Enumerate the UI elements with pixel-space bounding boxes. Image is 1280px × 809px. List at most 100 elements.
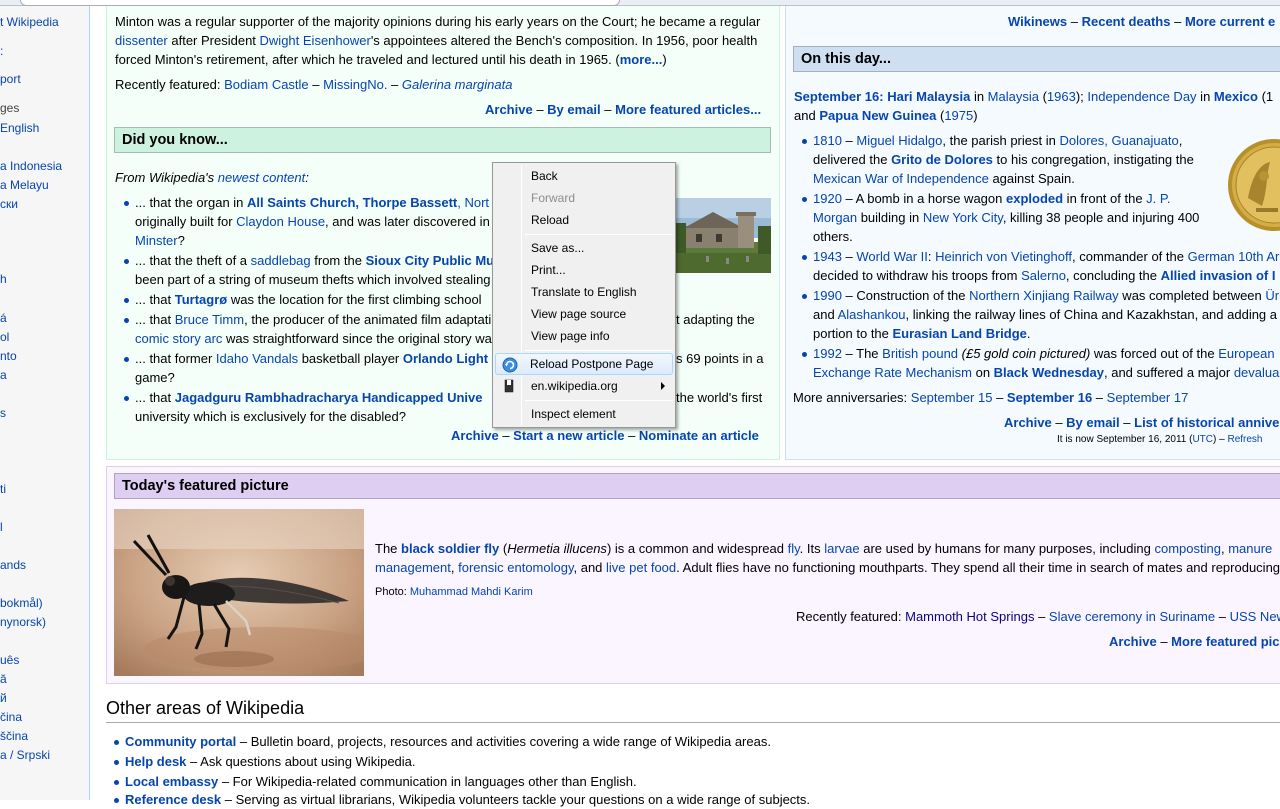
link-1920[interactable]: 1920 bbox=[813, 191, 842, 206]
sidebar-item[interactable]: ščina bbox=[0, 729, 28, 743]
link-world-war-ii[interactable]: World War II bbox=[856, 249, 928, 264]
link-forensic-entomology[interactable]: forensic entomology bbox=[458, 560, 573, 575]
link-independence-day[interactable]: Independence Day bbox=[1087, 89, 1196, 104]
link-live-pet-food[interactable]: live pet food bbox=[606, 560, 676, 575]
link-exploded[interactable]: exploded bbox=[1006, 191, 1063, 206]
church-photo[interactable] bbox=[676, 198, 771, 273]
link-mexican-war-of-independence[interactable]: Mexican War of Independence bbox=[813, 171, 989, 186]
link-community-portal[interactable]: Community portal bbox=[125, 734, 236, 749]
link-hari-malaysia[interactable]: Hari Malaysia bbox=[887, 89, 970, 104]
link-allied-invasion-of-italy[interactable]: Allied invasion of I bbox=[1161, 268, 1276, 283]
link-heinrich-von-vietinghoff[interactable]: Heinrich von Vietinghoff bbox=[935, 249, 1072, 264]
link-september-17[interactable]: September 17 bbox=[1107, 390, 1189, 405]
link-september-15[interactable]: September 15 bbox=[911, 390, 993, 405]
menu-item-view-source[interactable]: View page source bbox=[495, 303, 673, 325]
link-wikinews[interactable]: Wikinews bbox=[1008, 14, 1067, 29]
link-malaysia[interactable]: Malaysia bbox=[988, 89, 1039, 104]
link-list-historical-anniversaries[interactable]: List of historical annive bbox=[1134, 415, 1279, 430]
link-management[interactable]: management bbox=[375, 560, 451, 575]
link-refresh[interactable]: Refresh bbox=[1227, 434, 1262, 445]
sidebar-item[interactable]: ands bbox=[0, 558, 26, 572]
link-bodiam-castle[interactable]: Bodiam Castle bbox=[224, 77, 309, 92]
sidebar-item[interactable]: a bbox=[0, 368, 7, 382]
link-september-16[interactable]: September 16 bbox=[794, 89, 879, 104]
link-help-desk[interactable]: Help desk bbox=[125, 754, 186, 769]
link-composting[interactable]: composting bbox=[1154, 541, 1220, 556]
menu-item-view-info[interactable]: View page info bbox=[495, 325, 673, 347]
link-tfa-archive[interactable]: Archive bbox=[485, 102, 533, 117]
link-photographer[interactable]: Muhammad Mahdi Karim bbox=[410, 586, 533, 598]
link-1943[interactable]: 1943 bbox=[813, 249, 842, 264]
sidebar-item[interactable]: čina bbox=[0, 710, 22, 724]
sidebar-item[interactable]: s bbox=[0, 406, 6, 420]
sidebar-item[interactable]: l bbox=[0, 520, 3, 534]
link-otd-archive[interactable]: Archive bbox=[1004, 415, 1052, 430]
link-all-saints-church[interactable]: All Saints Church, Thorpe Bassett bbox=[247, 195, 457, 210]
link-black-wednesday[interactable]: Black Wednesday bbox=[994, 365, 1104, 380]
link-devaluation[interactable]: devalua bbox=[1234, 365, 1280, 380]
sidebar-item[interactable]: nynorsk) bbox=[0, 615, 46, 629]
link-mammoth-hot-springs[interactable]: Mammoth Hot Springs bbox=[905, 609, 1034, 624]
link-more[interactable]: more... bbox=[620, 52, 663, 67]
link-minster[interactable]: Minster bbox=[135, 233, 178, 248]
link-orlando-lightfoot[interactable]: Orlando Light bbox=[403, 351, 488, 366]
link-idaho-vandals[interactable]: Idaho Vandals bbox=[216, 351, 298, 366]
link-morgan[interactable]: Morgan bbox=[813, 210, 857, 225]
link-miguel-hidalgo[interactable]: Miguel Hidalgo bbox=[856, 133, 942, 148]
menu-item-reload[interactable]: Reload bbox=[495, 209, 673, 231]
link-utc[interactable]: UTC bbox=[1192, 434, 1213, 445]
link-jagadguru-university[interactable]: Jagadguru Rambhadracharya Handicapped Un… bbox=[175, 390, 483, 405]
link-dolores-guanajuato[interactable]: Dolores, Guanajuato bbox=[1059, 133, 1178, 148]
link-bruce-timm[interactable]: Bruce Timm bbox=[175, 312, 244, 327]
link-tfa-by-email[interactable]: By email bbox=[547, 102, 600, 117]
link-nominate-article[interactable]: Nominate an article bbox=[639, 428, 759, 443]
sidebar-item[interactable]: h bbox=[0, 272, 7, 286]
sidebar-item[interactable]: á bbox=[0, 311, 7, 325]
link-start-new-article[interactable]: Start a new article bbox=[513, 428, 624, 443]
link-otd-by-email[interactable]: By email bbox=[1066, 415, 1119, 430]
link-more-featured-pictures[interactable]: More featured pic bbox=[1171, 634, 1279, 649]
sidebar-item[interactable]: ti bbox=[0, 482, 6, 496]
menu-item-print[interactable]: Print... bbox=[495, 259, 673, 281]
link-local-embassy[interactable]: Local embassy bbox=[125, 774, 218, 789]
sidebar-item[interactable]: uês bbox=[0, 653, 19, 667]
sidebar-item[interactable]: : bbox=[0, 44, 3, 58]
link-grito-de-dolores[interactable]: Grito de Dolores bbox=[891, 152, 993, 167]
black-soldier-fly-photo[interactable] bbox=[114, 509, 364, 676]
sidebar-item[interactable]: port bbox=[0, 72, 21, 86]
link-recent-deaths[interactable]: Recent deaths bbox=[1082, 14, 1171, 29]
link-sioux-city-museum[interactable]: Sioux City Public Mu bbox=[366, 253, 495, 268]
link-more-september-16[interactable]: September 16 bbox=[1007, 390, 1092, 405]
link-newest-content[interactable]: newest content bbox=[218, 170, 305, 185]
link-1975[interactable]: 1975 bbox=[944, 108, 973, 123]
link-1963[interactable]: 1963 bbox=[1047, 89, 1076, 104]
menu-item-inspect-element[interactable]: Inspect element bbox=[495, 403, 673, 425]
sidebar-item[interactable]: й bbox=[0, 691, 7, 705]
link-dissenter[interactable]: dissenter bbox=[115, 33, 168, 48]
link-jp[interactable]: J. P. bbox=[1146, 191, 1170, 206]
link-galerina-marginata[interactable]: Galerina marginata bbox=[402, 77, 513, 92]
gold-coin-photo[interactable] bbox=[1226, 136, 1280, 234]
link-slave-ceremony[interactable]: Slave ceremony in Suriname bbox=[1049, 609, 1215, 624]
link-northern-xinjiang-railway[interactable]: Northern Xinjiang Railway bbox=[969, 288, 1119, 303]
link-saddlebag[interactable]: saddlebag bbox=[251, 253, 311, 268]
link-comic-story-arc[interactable]: comic story arc bbox=[135, 331, 222, 346]
menu-item-forward[interactable]: Forward bbox=[495, 187, 673, 209]
link-more-current-events[interactable]: More current e bbox=[1185, 14, 1275, 29]
sidebar-item[interactable]: ски bbox=[0, 197, 18, 211]
menu-item-translate[interactable]: Translate to English bbox=[495, 281, 673, 303]
link-manure[interactable]: manure bbox=[1228, 541, 1272, 556]
link-north[interactable]: , Nort bbox=[457, 195, 489, 210]
link-mexico[interactable]: Mexico bbox=[1214, 89, 1258, 104]
link-eurasian-land-bridge[interactable]: Eurasian Land Bridge bbox=[893, 326, 1027, 341]
link-british-pound[interactable]: British pound bbox=[882, 346, 958, 361]
link-dyk-archive[interactable]: Archive bbox=[451, 428, 499, 443]
link-alashankou[interactable]: Alashankou bbox=[838, 307, 906, 322]
sidebar-item[interactable]: a Melayu bbox=[0, 178, 49, 192]
sidebar-item[interactable]: ol bbox=[0, 330, 9, 344]
sidebar-item[interactable]: nto bbox=[0, 349, 17, 363]
link-new-york-city[interactable]: New York City bbox=[923, 210, 1003, 225]
link-german-10th-army[interactable]: German 10th Ar bbox=[1188, 249, 1280, 264]
menu-item-save-as[interactable]: Save as... bbox=[495, 237, 673, 259]
link-black-soldier-fly[interactable]: black soldier fly bbox=[401, 541, 499, 556]
